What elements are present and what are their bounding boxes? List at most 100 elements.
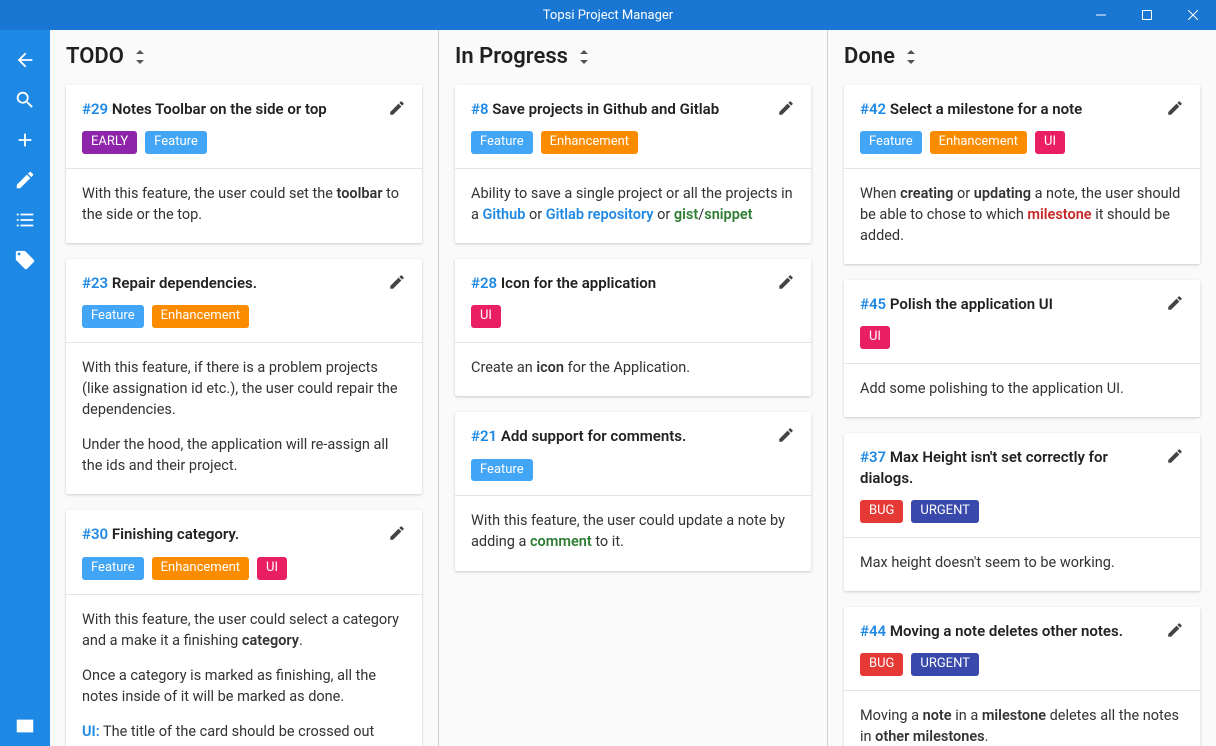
text-segment: With this feature, the user could update… <box>471 512 785 550</box>
drag-handle-icon[interactable] <box>134 49 146 65</box>
tag[interactable]: Enhancement <box>930 131 1027 154</box>
column-title: TODO <box>66 44 124 69</box>
tag[interactable]: UI <box>471 305 501 328</box>
card[interactable]: #21 Add support for comments.FeatureWith… <box>455 412 811 570</box>
column: Done#42 Select a milestone for a noteFea… <box>828 30 1216 746</box>
text-segment: for the Application. <box>564 359 690 376</box>
card[interactable]: #44 Moving a note deletes other notes. BU… <box>844 607 1200 746</box>
close-button[interactable] <box>1170 0 1216 30</box>
pencil-icon[interactable] <box>1166 294 1184 312</box>
tag[interactable]: EARLY <box>82 131 137 154</box>
pencil-icon[interactable] <box>388 99 406 117</box>
text-segment: Github <box>482 206 525 223</box>
pencil-icon[interactable] <box>388 524 406 542</box>
card-title: #37 Max Height isn't set correctly for d… <box>860 447 1166 488</box>
card-title: #44 Moving a note deletes other notes. <box>860 621 1166 641</box>
tag[interactable]: Feature <box>82 557 144 580</box>
pencil-icon[interactable] <box>388 273 406 291</box>
card-title-text: Select a milestone for a note <box>886 100 1082 118</box>
card-title-text: Save projects in Github and Gitlab <box>489 100 720 118</box>
sidebar <box>0 30 50 746</box>
card-tags: BUG URGENT <box>844 500 1200 538</box>
pencil-icon[interactable] <box>1166 621 1184 639</box>
text-segment: With this feature, if there is a problem… <box>82 359 398 418</box>
card-body-paragraph: With this feature, if there is a problem… <box>82 357 406 420</box>
card-title: #23 Repair dependencies. <box>82 273 388 293</box>
pencil-icon[interactable] <box>777 99 795 117</box>
card-tags: Feature <box>455 459 811 497</box>
card[interactable]: #23 Repair dependencies. Feature Enhanceme… <box>66 259 422 494</box>
panel-icon[interactable] <box>0 706 50 746</box>
card-id: #45 <box>860 295 886 313</box>
text-segment: category <box>242 632 299 649</box>
card-tags: Feature Enhancement <box>66 305 422 343</box>
tag[interactable]: UI <box>1035 131 1065 154</box>
text-segment: When <box>860 185 900 202</box>
tags-icon[interactable] <box>0 240 50 280</box>
tag[interactable]: BUG <box>860 653 903 676</box>
pencil-icon[interactable] <box>1166 447 1184 465</box>
edit-icon[interactable] <box>0 160 50 200</box>
tag[interactable]: URGENT <box>911 653 979 676</box>
card-body-paragraph: With this feature, the user could set th… <box>82 183 406 225</box>
card-body: Max height doesn't seem to be working. <box>844 538 1200 591</box>
pencil-icon[interactable] <box>777 426 795 444</box>
tag[interactable]: Feature <box>471 131 533 154</box>
back-icon[interactable] <box>0 40 50 80</box>
minimize-button[interactable] <box>1078 0 1124 30</box>
card-header: #44 Moving a note deletes other notes. <box>844 607 1200 653</box>
tag[interactable]: Feature <box>145 131 207 154</box>
card[interactable]: #28 Icon for the applicationUICreate an … <box>455 259 811 396</box>
maximize-button[interactable] <box>1124 0 1170 30</box>
search-icon[interactable] <box>0 80 50 120</box>
text-segment: or <box>654 206 674 223</box>
tag[interactable]: UI <box>860 326 890 349</box>
drag-handle-icon[interactable] <box>578 49 590 65</box>
tag[interactable]: Enhancement <box>152 557 249 580</box>
card-id: #37 <box>860 448 886 466</box>
card[interactable]: #37 Max Height isn't set correctly for d… <box>844 433 1200 590</box>
titlebar: Topsi Project Manager <box>0 0 1216 30</box>
card-body-paragraph: When creating or updating a note, the us… <box>860 183 1184 246</box>
card-title-text: Max Height isn't set correctly for dialo… <box>860 448 1108 486</box>
tag[interactable]: Feature <box>860 131 922 154</box>
text-segment: With this feature, the user could select… <box>82 611 399 649</box>
card-tags: EARLY Feature <box>66 131 422 169</box>
card-body-paragraph: Under the hood, the application will re-… <box>82 434 406 476</box>
card[interactable]: #42 Select a milestone for a noteFeature… <box>844 85 1200 264</box>
tag[interactable]: Enhancement <box>152 305 249 328</box>
card-body: With this feature, the user could select… <box>66 595 422 746</box>
add-icon[interactable] <box>0 120 50 160</box>
text-segment: Under the hood, the application will re-… <box>82 436 388 474</box>
text-segment: creating <box>900 185 953 202</box>
app-body: TODO #29 Notes Toolbar on the side or top… <box>0 30 1216 746</box>
pencil-icon[interactable] <box>777 273 795 291</box>
list-icon[interactable] <box>0 200 50 240</box>
text-segment: milestone <box>1027 206 1091 223</box>
card-body-paragraph: With this feature, the user could update… <box>471 510 795 552</box>
drag-handle-icon[interactable] <box>905 49 917 65</box>
column-title: In Progress <box>455 44 568 69</box>
tag[interactable]: Enhancement <box>541 131 638 154</box>
card-body-paragraph: Max height doesn't seem to be working. <box>860 552 1184 573</box>
card-title: #28 Icon for the application <box>471 273 777 293</box>
app-title: Topsi Project Manager <box>543 8 673 23</box>
card-body: With this feature, if there is a problem… <box>66 343 422 494</box>
tag[interactable]: BUG <box>860 500 903 523</box>
column-header[interactable]: TODO <box>66 44 422 69</box>
card-body: With this feature, the user could update… <box>455 496 811 570</box>
tag[interactable]: Feature <box>471 459 533 482</box>
card[interactable]: #45 Polish the application UIUIAdd some … <box>844 280 1200 417</box>
text-segment: gist <box>674 206 698 223</box>
card[interactable]: #30 Finishing category.FeatureEnhancemen… <box>66 510 422 746</box>
tag[interactable]: Feature <box>82 305 144 328</box>
card-id: #23 <box>82 274 108 292</box>
pencil-icon[interactable] <box>1166 99 1184 117</box>
tag[interactable]: URGENT <box>911 500 979 523</box>
tag[interactable]: UI <box>257 557 287 580</box>
column-header[interactable]: In Progress <box>455 44 811 69</box>
card[interactable]: #8 Save projects in Github and GitlabFea… <box>455 85 811 243</box>
card[interactable]: #29 Notes Toolbar on the side or topEARL… <box>66 85 422 243</box>
column-header[interactable]: Done <box>844 44 1200 69</box>
card-title-text: Polish the application UI <box>886 295 1053 313</box>
